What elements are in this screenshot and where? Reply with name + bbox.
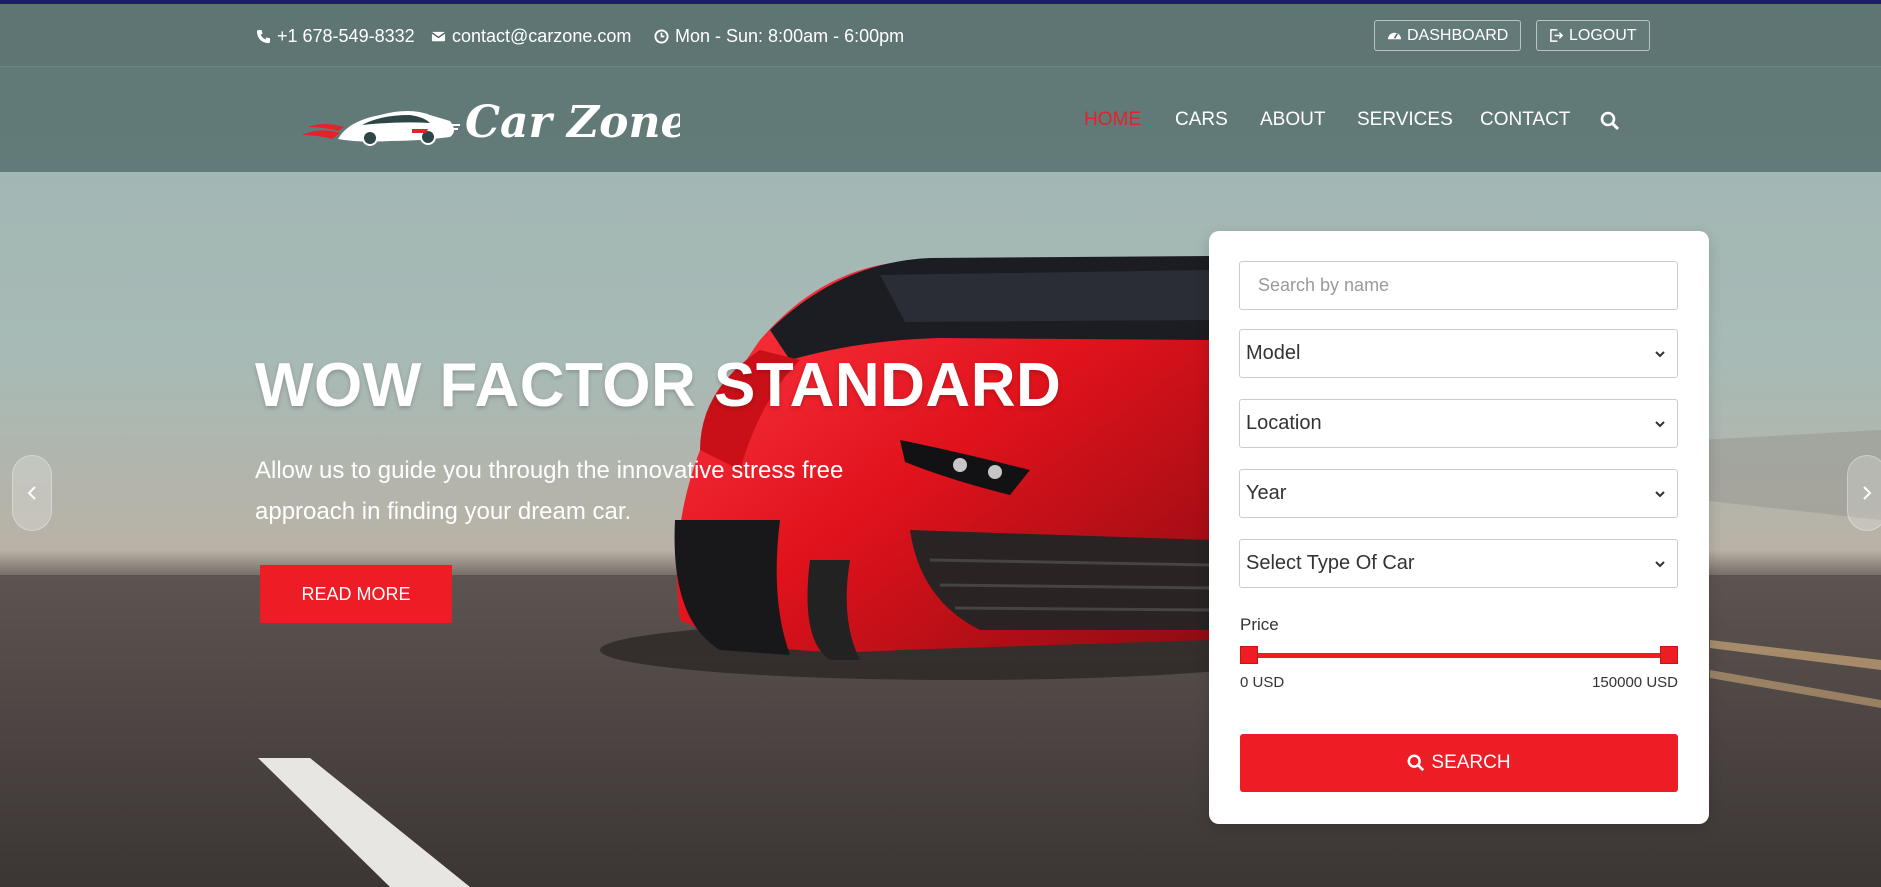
nav-contact[interactable]: CONTACT [1480,109,1570,131]
car-search-panel: Search by name Model Location Year Selec… [1209,231,1709,824]
clock-icon [654,29,669,44]
nav-home[interactable]: HOME [1084,109,1141,131]
price-max-value: 150000 USD [1592,674,1678,691]
car-zone-logo[interactable]: Car Zone [300,91,680,151]
search-icon [1407,754,1425,772]
hero-subtitle: Allow us to guide you through the innova… [255,457,844,525]
phone-text: +1 678-549-8332 [277,26,415,46]
chevron-down-icon [1655,561,1665,568]
main-navbar: Car Zone HOME CARS ABOUT SERVICES CONTAC… [0,67,1881,172]
price-min-handle[interactable] [1240,646,1258,664]
phone-contact[interactable]: +1 678-549-8332 [256,26,415,47]
dashboard-button[interactable]: DASHBOARD [1374,20,1522,51]
hero-title: WOW FACTOR STANDARD [255,351,1062,420]
top-contact-bar: +1 678-549-8332 contact@carzone.com Mon … [0,4,1881,67]
envelope-icon [431,31,446,42]
chevron-down-icon [1655,421,1665,428]
car-type-select-value: Select Type Of Car [1246,552,1415,574]
search-button-label: SEARCH [1431,752,1511,773]
dashboard-label: DASHBOARD [1407,26,1509,44]
nav-about[interactable]: ABOUT [1260,109,1325,131]
hours-text: Mon - Sun: 8:00am - 6:00pm [675,26,905,46]
nav-cars[interactable]: CARS [1175,109,1228,131]
chevron-down-icon [1655,491,1665,498]
year-select-value: Year [1246,482,1287,504]
model-select-value: Model [1246,342,1301,364]
chevron-right-icon [1863,486,1872,500]
price-min-value: 0 USD [1240,674,1285,691]
search-icon[interactable] [1600,111,1620,131]
slider-prev-button[interactable] [12,455,52,531]
email-text: contact@carzone.com [452,26,632,46]
hours-info: Mon - Sun: 8:00am - 6:00pm [654,26,904,47]
chevron-left-icon [27,486,36,500]
slider-next-button[interactable] [1847,455,1881,531]
car-type-select[interactable]: Select Type Of Car [1239,539,1678,588]
logout-icon [1550,29,1564,42]
price-range-track[interactable] [1240,653,1677,658]
phone-icon [256,29,271,44]
logo-text: Car Zone [465,97,680,148]
dashboard-icon [1387,32,1402,40]
search-button[interactable]: SEARCH [1240,734,1678,792]
logout-button[interactable]: LOGOUT [1536,20,1650,51]
price-max-handle[interactable] [1660,646,1678,664]
search-name-input[interactable]: Search by name [1239,261,1678,310]
price-label: Price [1240,615,1279,634]
location-select[interactable]: Location [1239,399,1678,448]
year-select[interactable]: Year [1239,469,1678,518]
location-select-value: Location [1246,412,1322,434]
chevron-down-icon [1655,351,1665,358]
nav-services[interactable]: SERVICES [1357,109,1453,131]
logout-label: LOGOUT [1569,26,1637,44]
email-contact[interactable]: contact@carzone.com [431,26,631,47]
model-select[interactable]: Model [1239,329,1678,378]
read-more-button[interactable]: READ MORE [260,565,452,623]
